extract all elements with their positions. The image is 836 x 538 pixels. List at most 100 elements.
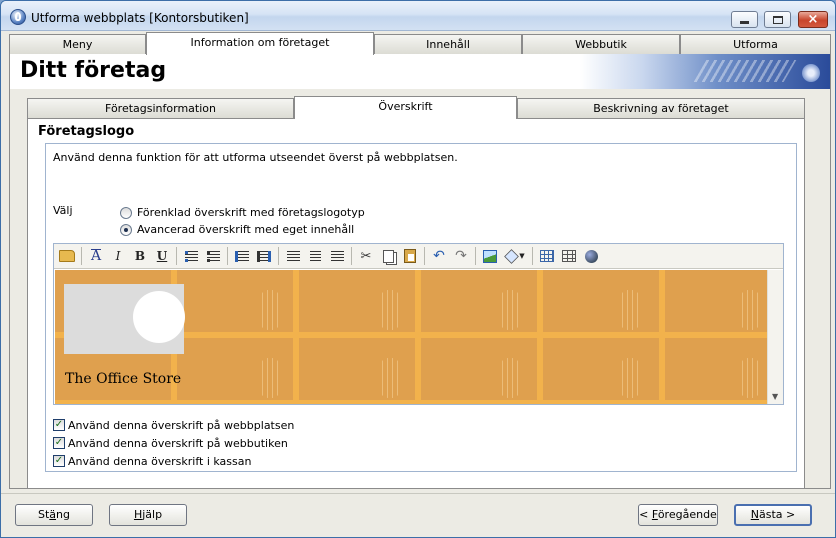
bold-icon: B — [134, 249, 146, 263]
wave-decoration — [738, 358, 762, 398]
window-title: Utforma webbplats [Kontorsbutiken] — [31, 11, 249, 25]
radio-simple-header[interactable]: Förenklad överskrift med företagslogotyp — [120, 206, 365, 219]
app-window: Utforma webbplats [Kontorsbutiken] × Men… — [0, 0, 836, 538]
tab-utforma[interactable]: Utforma — [680, 34, 831, 54]
content-area: Företagsinformation Överskrift Beskrivni… — [9, 89, 831, 489]
checkbox-use-in-checkout[interactable]: ✓ Använd denna överskrift i kassan — [53, 452, 294, 470]
logo-circle-shape — [133, 291, 185, 343]
keyboard-graphic — [693, 60, 797, 82]
maximize-button[interactable] — [764, 11, 791, 28]
italic-icon: I — [115, 249, 121, 263]
editor-toolbar: A I B U ✂ ↶ ↷ ▼ — [54, 244, 783, 269]
paste-button[interactable] — [399, 246, 421, 266]
tab-overskrift[interactable]: Överskrift — [294, 96, 517, 119]
toolbar-separator — [81, 247, 82, 265]
previous-button[interactable]: < Föregående — [638, 504, 718, 526]
increase-indent-button[interactable] — [253, 246, 275, 266]
minimize-button[interactable] — [731, 11, 758, 28]
next-label-part: ästa > — [758, 508, 796, 521]
help-accesskey: H — [133, 508, 143, 521]
insert-link-button[interactable] — [580, 246, 602, 266]
bullet-list-button[interactable] — [202, 246, 224, 266]
close-icon: × — [807, 12, 819, 27]
wave-decoration — [498, 358, 522, 398]
radio-button[interactable] — [120, 206, 132, 219]
toolbar-separator — [351, 247, 352, 265]
vertical-scrollbar[interactable]: ▼ — [767, 270, 783, 404]
wave-decoration — [618, 290, 642, 330]
tab-meny[interactable]: Meny — [9, 34, 146, 54]
align-center-icon — [309, 250, 321, 262]
toolbar-separator — [227, 247, 228, 265]
align-right-icon — [330, 250, 344, 262]
copy-button[interactable] — [377, 246, 399, 266]
italic-button[interactable]: I — [107, 246, 129, 266]
radio-button-selected[interactable] — [120, 223, 132, 236]
toolbar-separator — [278, 247, 279, 265]
checkbox-label: Använd denna överskrift på webbutiken — [68, 436, 288, 450]
minimize-icon — [740, 20, 749, 24]
close-button[interactable]: Stäng — [15, 504, 93, 526]
table-properties-button[interactable] — [558, 246, 580, 266]
fill-color-dropdown[interactable]: ▼ — [501, 246, 529, 266]
close-label-part: St — [37, 508, 50, 521]
wave-decoration — [258, 290, 282, 330]
store-name-text[interactable]: The Office Store — [65, 371, 181, 387]
open-folder-button[interactable] — [56, 246, 78, 266]
scroll-down-icon[interactable]: ▼ — [772, 392, 778, 401]
next-accesskey: N — [750, 508, 759, 521]
checkbox-checked[interactable]: ✓ — [53, 455, 65, 467]
description-text: Använd denna funktion för att utforma ut… — [53, 151, 458, 164]
close-label-part: ng — [56, 508, 70, 521]
next-button[interactable]: Nästa > — [734, 504, 812, 526]
align-left-button[interactable] — [282, 246, 304, 266]
font-button[interactable]: A — [85, 246, 107, 266]
undo-button[interactable]: ↶ — [428, 246, 450, 266]
section-title: Företagslogo — [38, 124, 135, 139]
tab-foretagsinformation[interactable]: Företagsinformation — [27, 98, 294, 118]
decrease-indent-button[interactable] — [231, 246, 253, 266]
tab-webbutik[interactable]: Webbutik — [522, 34, 680, 54]
toolbar-separator — [424, 247, 425, 265]
font-icon: A — [90, 248, 102, 264]
checkbox-label: Använd denna överskrift på webbplatsen — [68, 418, 295, 432]
tab-beskrivning[interactable]: Beskrivning av företaget — [517, 98, 805, 118]
bold-button[interactable]: B — [129, 246, 151, 266]
wave-decoration — [618, 358, 642, 398]
help-button[interactable]: Hjälp — [109, 504, 187, 526]
help-label-part: jälp — [142, 508, 163, 521]
radio-label: Förenklad överskrift med företagslogotyp — [137, 206, 365, 219]
sub-tab-bar: Företagsinformation Överskrift Beskrivni… — [27, 96, 805, 119]
align-right-button[interactable] — [326, 246, 348, 266]
checkbox-checked[interactable]: ✓ — [53, 419, 65, 431]
image-icon — [483, 249, 497, 263]
align-center-button[interactable] — [304, 246, 326, 266]
copy-icon — [382, 249, 394, 263]
checkbox-use-on-webshop[interactable]: ✓ Använd denna överskrift på webbutiken — [53, 434, 294, 452]
radio-advanced-header[interactable]: Avancerad överskrift med eget innehåll — [120, 223, 354, 236]
numbered-list-button[interactable] — [180, 246, 202, 266]
checkbox-checked[interactable]: ✓ — [53, 437, 65, 449]
underline-icon: U — [156, 249, 168, 263]
redo-button[interactable]: ↷ — [450, 246, 472, 266]
header-preview-canvas[interactable]: The Office Store — [55, 270, 767, 404]
bullet-list-icon — [206, 250, 220, 262]
insert-table-button[interactable] — [536, 246, 558, 266]
tab-information-om-foretaget[interactable]: Information om företaget — [146, 32, 374, 55]
main-tab-bar: Meny Information om företaget Innehåll W… — [9, 32, 831, 55]
wave-decoration — [378, 290, 402, 330]
header-banner-image — [580, 54, 830, 89]
paint-bucket-icon — [504, 248, 520, 264]
tab-innehall[interactable]: Innehåll — [374, 34, 522, 54]
table-icon — [540, 250, 554, 262]
usage-checkboxes: ✓ Använd denna överskrift på webbplatsen… — [53, 416, 294, 470]
disc-graphic — [802, 64, 820, 82]
choose-label: Välj — [53, 204, 73, 217]
close-window-button[interactable]: × — [798, 11, 828, 28]
page-title: Ditt företag — [20, 58, 167, 83]
checkbox-use-on-website[interactable]: ✓ Använd denna överskrift på webbplatsen — [53, 416, 294, 434]
toolbar-separator — [176, 247, 177, 265]
cut-button[interactable]: ✂ — [355, 246, 377, 266]
underline-button[interactable]: U — [151, 246, 173, 266]
insert-image-button[interactable] — [479, 246, 501, 266]
